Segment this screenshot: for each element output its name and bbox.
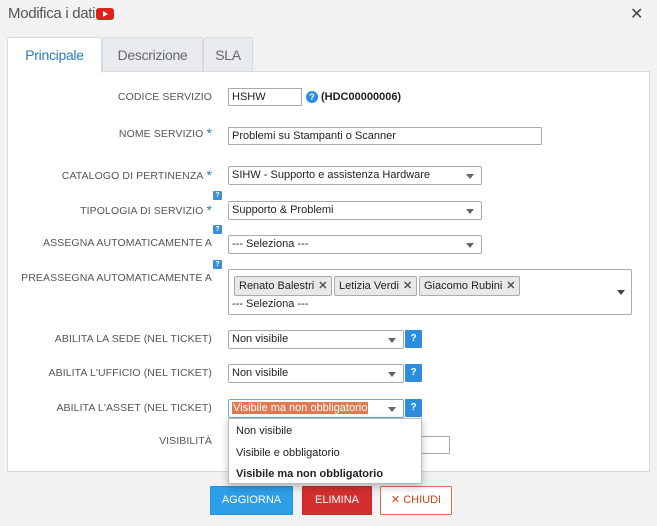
nome-servizio-label-text: NOME SERVIZIO (118, 128, 204, 140)
tipologia-label-text: TIPOLOGIA DI SERVIZIO (80, 205, 204, 217)
help-square-icon[interactable]: ? (213, 225, 222, 234)
chip-renato-balestri: Renato Balestri ✕ (234, 276, 333, 296)
abilita-sede-value: Non visibile (232, 333, 289, 345)
preassegna-multiselect[interactable]: Renato Balestri ✕ Letizia Verdi ✕ Giacomo … (228, 269, 632, 315)
preassegna-label: PREASSEGNA AUTOMATICAMENTE A (21, 272, 212, 284)
service-code: (HDC00000006) (321, 91, 402, 103)
tipologia-select[interactable]: Supporto & Problemi (228, 201, 482, 220)
nome-servizio-label: NOME SERVIZIO * (118, 124, 212, 141)
chevron-down-icon (388, 407, 396, 412)
help-button[interactable]: ? (405, 399, 422, 417)
assegna-label: ASSEGNA AUTOMATICAMENTE A (43, 237, 212, 249)
catalogo-value: SIHW - Supporto e assistenza Hardware (232, 169, 431, 181)
dialog-titlebar: Modifica i dati ✕ (0, 0, 657, 30)
chip-label: Letizia Verdi (339, 280, 399, 292)
help-circle-icon[interactable]: ? (306, 91, 318, 103)
dropdown-option-visibile-obbligatorio[interactable]: Visibile e obbligatorio (236, 447, 340, 459)
abilita-asset-select[interactable]: Visibile ma non obbligatorio (228, 399, 404, 418)
aggiorna-button[interactable]: AGGIORNA (210, 486, 293, 515)
chevron-down-icon (466, 209, 474, 214)
remove-chip-icon[interactable]: ✕ (506, 280, 515, 292)
abilita-ufficio-select[interactable]: Non visibile (228, 364, 404, 383)
codice-servizio-label: CODICE SERVIZIO (117, 91, 212, 103)
abilita-ufficio-label: ABILITA L'UFFICIO (NEL TICKET) (48, 367, 212, 379)
help-button[interactable]: ? (405, 364, 422, 382)
chiudi-label: CHIUDI (403, 494, 442, 506)
required-asterisk: * (206, 167, 212, 183)
required-asterisk: * (206, 202, 212, 218)
abilita-sede-select[interactable]: Non visibile (228, 330, 404, 349)
remove-chip-icon[interactable]: ✕ (403, 280, 412, 292)
close-icon: ✕ (390, 494, 401, 506)
chevron-down-icon (466, 243, 474, 248)
catalogo-label-text: CATALOGO DI PERTINENZA (61, 170, 204, 182)
remove-chip-icon[interactable]: ✕ (318, 280, 327, 292)
abilita-asset-dropdown: Non visibile Visibile e obbligatorio Vis… (228, 418, 422, 484)
chevron-down-icon (388, 338, 396, 343)
chiudi-button[interactable]: ✕ CHIUDI (380, 486, 452, 515)
chevron-down-icon (466, 174, 474, 179)
abilita-sede-label: ABILITA LA SEDE (NEL TICKET) (54, 333, 212, 345)
tab-sla[interactable]: SLA (203, 37, 253, 72)
tab-principale[interactable]: Principale (7, 37, 102, 73)
multiselect-placeholder[interactable]: --- Seleziona --- (232, 298, 308, 310)
codice-servizio-input[interactable]: HSHW (228, 88, 302, 106)
help-square-icon[interactable]: ? (213, 260, 222, 269)
abilita-asset-value: Visibile ma non obbligatorio (232, 402, 369, 414)
video-help-icon[interactable] (96, 8, 114, 20)
catalogo-select[interactable]: SIHW - Supporto e assistenza Hardware (228, 166, 482, 185)
tab-descrizione[interactable]: Descrizione (102, 37, 203, 72)
dropdown-option-non-visibile[interactable]: Non visibile (236, 425, 292, 437)
help-square-icon[interactable]: ? (213, 191, 222, 200)
required-asterisk: * (206, 125, 212, 141)
abilita-ufficio-value: Non visibile (232, 367, 289, 379)
dialog-title: Modifica i dati (8, 5, 96, 22)
tipologia-value: Supporto & Problemi (232, 204, 334, 216)
close-icon[interactable]: ✕ (630, 4, 643, 24)
elimina-button[interactable]: ELIMINA (302, 486, 372, 515)
assegna-value: --- Seleziona --- (232, 238, 309, 250)
chevron-down-icon[interactable] (617, 290, 625, 295)
catalogo-label: CATALOGO DI PERTINENZA * (61, 166, 212, 183)
dropdown-option-visibile-non-obbligatorio[interactable]: Visibile ma non obbligatorio (236, 468, 383, 480)
nome-servizio-input[interactable]: Problemi su Stampanti o Scanner (228, 127, 542, 145)
chip-label: Giacomo Rubini (424, 280, 503, 292)
visibilita-input[interactable] (420, 436, 450, 454)
help-button[interactable]: ? (405, 330, 422, 348)
visibilita-label: VISIBILITÀ (159, 435, 212, 447)
chip-giacomo-rubini: Giacomo Rubini ✕ (419, 276, 521, 296)
assegna-select[interactable]: --- Seleziona --- (228, 235, 482, 254)
chevron-down-icon (388, 372, 396, 377)
tipologia-label: TIPOLOGIA DI SERVIZIO * (80, 201, 212, 218)
abilita-asset-label: ABILITA L'ASSET (NEL TICKET) (56, 402, 212, 414)
chip-label: Renato Balestri (239, 280, 315, 292)
chip-letizia-verdi: Letizia Verdi ✕ (334, 276, 418, 296)
